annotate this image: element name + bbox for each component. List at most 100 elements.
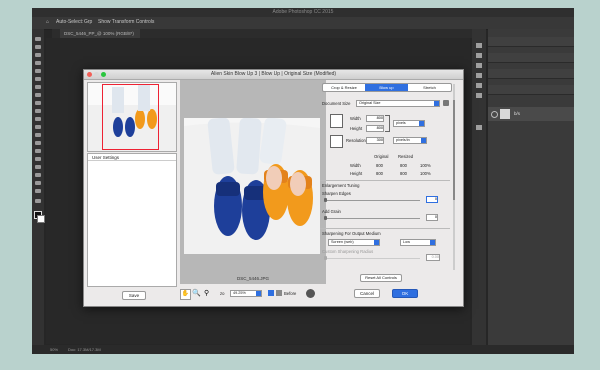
navigator-selection[interactable] [102,84,159,150]
size-unit-select[interactable]: pixels [393,120,425,127]
stamp-tool-icon[interactable] [35,101,41,105]
lasso-tool-icon[interactable] [35,53,41,57]
split-view-icon[interactable] [268,290,274,296]
document-tabs: DSC_5446_PP_@ 100% (RGB/8*) [52,29,472,38]
resolution-icon [330,135,343,148]
original-header: Original [374,154,389,159]
navigator-thumbnail[interactable] [87,82,177,152]
add-grain-knob[interactable] [324,216,327,220]
resolution-unit-select[interactable]: pixels/in [393,137,427,144]
sharpening-amount-select[interactable]: Low [400,239,436,246]
document-tab[interactable]: DSC_5446_PP_@ 100% (RGB/8*) [60,29,140,38]
row-height-label: Height [350,171,363,176]
sharpen-edges-slider[interactable] [324,200,420,201]
single-view-icon[interactable] [276,290,282,296]
compare-icon[interactable]: ⚲ [204,289,209,298]
resolution-field[interactable]: 300 [366,137,384,144]
height-field[interactable]: 800 [366,125,384,132]
history-brush-tool-icon[interactable] [35,109,41,113]
options-transform[interactable]: Show Transform Controls [98,19,154,25]
options-group[interactable]: Grp [84,19,92,25]
preview-toolbar: ✋ 🔍 ⚲ zo 49.25% Before [180,286,326,302]
before-label: Before [284,291,297,296]
dodge-tool-icon[interactable] [35,141,41,145]
healing-tool-icon[interactable] [35,85,41,89]
width-label: Width [350,116,361,121]
crop-tool-icon[interactable] [35,69,41,73]
custom-radius-slider[interactable] [324,258,420,259]
hand-icon[interactable]: ✋ [180,289,191,300]
visibility-eye-icon[interactable] [491,111,498,118]
user-settings-panel[interactable]: User Settings [87,153,177,287]
layers-panel: b/s [488,29,574,345]
sharpening-output-label: Sharpening For Output Medium [322,231,381,236]
add-grain-label: Add Grain [322,209,341,214]
shape-tool-icon[interactable] [35,173,41,177]
toolbox [32,29,45,345]
home-icon[interactable]: ⌂ [46,19,49,25]
background-color-swatch[interactable] [37,215,45,223]
sharpen-edges-knob[interactable] [324,198,327,202]
row-height-pct: 100% [420,171,431,176]
tab-stretch[interactable]: Stretch [408,84,451,91]
adjustments-panel-icon[interactable] [476,73,482,78]
pen-tool-icon[interactable] [35,149,41,153]
sharpen-edges-field[interactable]: 0 [426,196,438,203]
history-panel-icon[interactable] [476,43,482,48]
panel-row [488,53,574,63]
row-width-label: Width [350,163,361,168]
custom-radius-field[interactable]: 0.00 [426,254,440,261]
settings-gear-icon[interactable] [306,289,315,298]
tools-panel-icon[interactable] [476,125,482,130]
constrain-link-icon[interactable] [385,115,390,132]
type-tool-icon[interactable] [35,157,41,161]
custom-radius-knob[interactable] [324,256,327,260]
ok-button[interactable]: OK [392,289,418,298]
properties-panel-icon[interactable] [476,53,482,58]
blow-up-dialog: Alien Skin Blow Up 3 | Blow Up | Origina… [83,69,464,307]
document-size-label: Document Size [322,101,351,106]
sharpening-medium-select[interactable]: Screen (web) [328,239,380,246]
settings-scroll-thumb[interactable] [453,100,455,200]
hand-tool-icon[interactable] [35,181,41,185]
zoom-icon[interactable]: 🔍 [192,289,201,298]
path-select-tool-icon[interactable] [35,165,41,169]
divider [320,228,450,229]
zoom-value: 49.25% [233,291,246,295]
preset-options-icon[interactable] [443,100,449,106]
character-panel-icon[interactable] [476,93,482,98]
eraser-tool-icon[interactable] [35,117,41,121]
zoom-tool-icon[interactable] [35,189,41,193]
blur-tool-icon[interactable] [35,133,41,137]
gradient-tool-icon[interactable] [35,125,41,129]
add-grain-slider[interactable] [324,218,420,219]
divider [320,180,450,181]
tab-blow-up[interactable]: Blow up [365,84,408,91]
custom-radius-label: Custom Sharpening Radius [322,249,374,254]
add-grain-field[interactable]: 0 [426,214,438,221]
settings-pane: Crop & Resize Blow up Stretch Document S… [316,80,456,302]
tab-crop-resize[interactable]: Crop & Resize [323,84,365,91]
row-width-resized: 800 [400,163,407,168]
resolution-label: Resolution [346,138,366,143]
preview-area[interactable]: DSC_5446.JPG [180,80,326,284]
magic-wand-tool-icon[interactable] [35,61,41,65]
brush-tool-icon[interactable] [35,93,41,97]
extra-tools-icon[interactable] [35,199,41,203]
zoom-select[interactable]: 49.25% [230,290,262,297]
options-auto-select[interactable]: Auto-Select: [56,19,83,25]
row-width-original: 800 [376,163,383,168]
paragraph-panel-icon[interactable] [476,83,482,88]
layer-row[interactable]: b/s [488,107,574,121]
cancel-button[interactable]: Cancel [354,289,380,298]
width-field[interactable]: 800 [366,115,384,122]
status-doc-size: Doc: 17.3M/17.3M [68,347,101,352]
reset-all-button[interactable]: Reset All Controls [360,274,402,282]
move-tool-icon[interactable] [35,37,41,41]
save-button[interactable]: Save [122,291,146,300]
document-size-select[interactable]: Original Size [356,100,440,107]
preview-photo [184,118,320,254]
play-panel-icon[interactable] [476,63,482,68]
eyedropper-tool-icon[interactable] [35,77,41,81]
marquee-tool-icon[interactable] [35,45,41,49]
